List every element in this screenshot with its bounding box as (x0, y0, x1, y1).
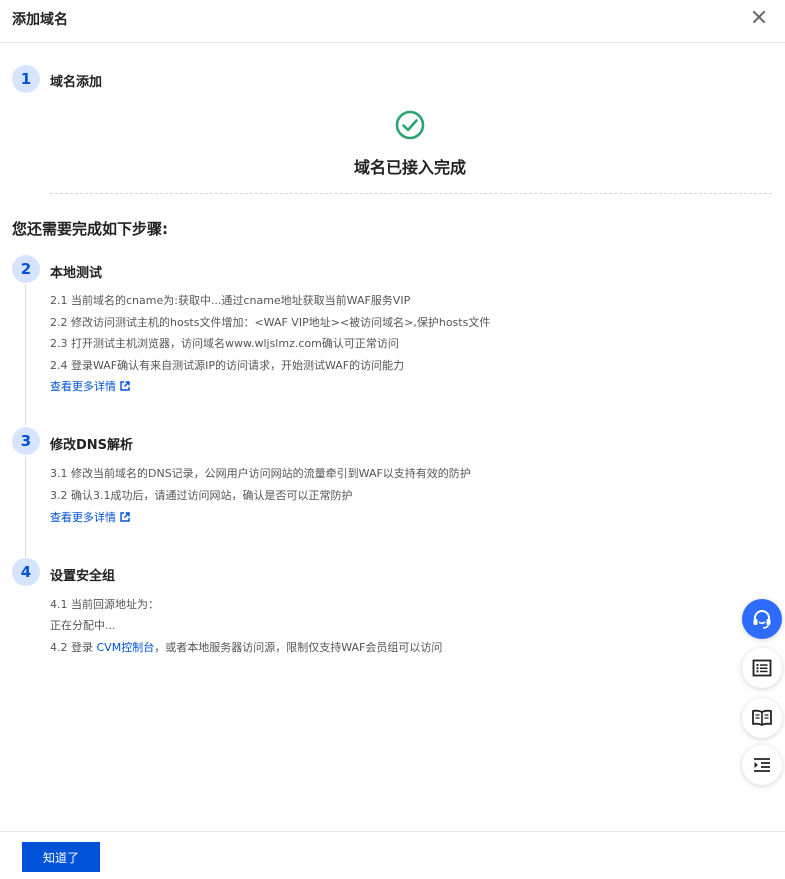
dialog-footer (0, 831, 785, 879)
step-4-title: 设置安全组 (50, 569, 116, 584)
success-check-icon (395, 110, 425, 140)
access-complete-text: 域名已接入完成 (353, 158, 466, 177)
step-2-number: 2 (12, 255, 40, 283)
step-2-more-details-label: 查看更多详情 (50, 380, 116, 393)
step-2-line-2: 2.2 修改访问测试主机的hosts文件增加：<WAF VIP地址><被访问域名… (50, 316, 491, 329)
step-1-number: 1 (12, 65, 40, 93)
step-2-more-details-link[interactable]: 查看更多详情 (50, 378, 130, 394)
list-icon (752, 659, 772, 677)
step-4-line-3-suffix: ，或者本地服务器访问源，限制仅支持WAF会员组可以访问 (154, 641, 443, 654)
book-icon (752, 709, 772, 726)
step-3-more-details-link[interactable]: 查看更多详情 (50, 509, 130, 525)
step-2-line-1: 2.1 当前域名的cname为:获取中...通过cname地址获取当前WAF服务… (50, 294, 411, 307)
step-connector-line (25, 457, 26, 557)
support-button[interactable] (742, 599, 782, 639)
dashed-divider (50, 193, 772, 194)
step-3-number: 3 (12, 427, 40, 455)
list-button[interactable] (742, 648, 782, 688)
step-1-title: 域名添加 (50, 75, 103, 90)
remaining-steps-heading: 您还需要完成如下步骤: (12, 220, 168, 238)
dialog-title: 添加域名 (12, 12, 68, 28)
acknowledge-button[interactable]: 知道了 (22, 842, 100, 872)
step-3-line-1: 3.1 修改当前域名的DNS记录，公网用户访问网站的流量牵引到WAF以支持有效的… (50, 467, 471, 480)
step-4-number: 4 (12, 558, 40, 586)
indent-icon (754, 758, 770, 772)
step-2-line-3: 2.3 打开测试主机浏览器，访问域名www.wljslmz.com确认可正常访问 (50, 337, 399, 350)
step-4-line-3: 4.2 登录 CVM控制台，或者本地服务器访问源，限制仅支持WAF会员组可以访问 (50, 639, 442, 655)
docs-button[interactable] (742, 698, 782, 738)
step-4-line-3-prefix: 4.2 登录 (50, 641, 97, 654)
close-icon[interactable] (750, 8, 768, 26)
step-4-line-1: 4.1 当前回源地址为： (50, 598, 159, 611)
external-link-icon (120, 512, 130, 522)
dialog-header (0, 0, 785, 43)
step-2-title: 本地测试 (50, 266, 103, 281)
headset-icon (753, 610, 771, 629)
step-3-more-details-label: 查看更多详情 (50, 511, 116, 524)
step-2-line-4: 2.4 登录WAF确认有来自测试源IP的访问请求，开始测试WAF的访问能力 (50, 359, 405, 372)
step-3-title: 修改DNS解析 (50, 438, 134, 453)
step-3-line-2: 3.2 确认3.1成功后，请通过访问网站，确认是否可以正常防护 (50, 489, 353, 502)
cvm-console-link[interactable]: CVM控制台 (97, 641, 155, 654)
step-4-line-2: 正在分配中... (50, 619, 116, 632)
step-connector-line (25, 285, 26, 425)
external-link-icon (120, 381, 130, 391)
outline-button[interactable] (742, 745, 782, 785)
